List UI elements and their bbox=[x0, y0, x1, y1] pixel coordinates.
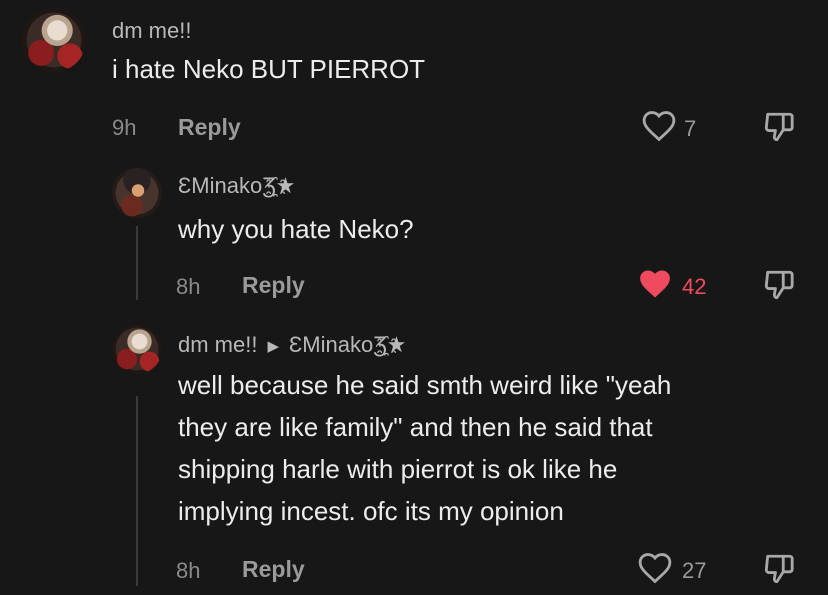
comment-username[interactable]: dm me!! bbox=[112, 18, 191, 44]
comment-text: why you hate Neko? bbox=[178, 214, 414, 244]
reply-to-username[interactable]: ƐMinakoƷ҈★ bbox=[289, 332, 406, 357]
thumbs-down-icon[interactable] bbox=[762, 552, 796, 586]
heart-icon[interactable] bbox=[638, 552, 672, 584]
thumbs-down-icon[interactable] bbox=[762, 110, 796, 144]
comment-text: i hate Neko BUT PIERROT bbox=[112, 54, 426, 84]
comment-timestamp: 8h bbox=[176, 558, 201, 583]
reply-button[interactable]: Reply bbox=[242, 272, 305, 299]
avatar[interactable] bbox=[22, 8, 86, 72]
comment-username[interactable]: ƐMinakoƷ҈★ bbox=[178, 173, 295, 199]
comment-timestamp: 9h bbox=[112, 115, 137, 140]
heart-filled-icon[interactable] bbox=[638, 268, 672, 300]
comment-timestamp: 8h bbox=[176, 274, 201, 299]
comment-username[interactable]: dm me!! bbox=[178, 332, 257, 357]
comment-text: well because he said smth weird like "ye… bbox=[178, 370, 672, 526]
reply-button[interactable]: Reply bbox=[242, 556, 305, 583]
avatar[interactable] bbox=[112, 324, 162, 374]
avatar[interactable] bbox=[112, 168, 162, 218]
play-arrow-icon: ▶ bbox=[267, 338, 280, 356]
thumbs-down-icon[interactable] bbox=[762, 268, 796, 302]
reply-header: dm me!! ▶ ƐMinakoƷ҈★ bbox=[178, 332, 406, 358]
like-count: 42 bbox=[682, 274, 707, 299]
thread-line bbox=[136, 226, 138, 300]
like-count: 7 bbox=[684, 116, 697, 141]
like-count: 27 bbox=[682, 558, 707, 583]
reply-button[interactable]: Reply bbox=[178, 114, 241, 141]
heart-icon[interactable] bbox=[642, 110, 676, 142]
thread-line bbox=[136, 396, 138, 586]
